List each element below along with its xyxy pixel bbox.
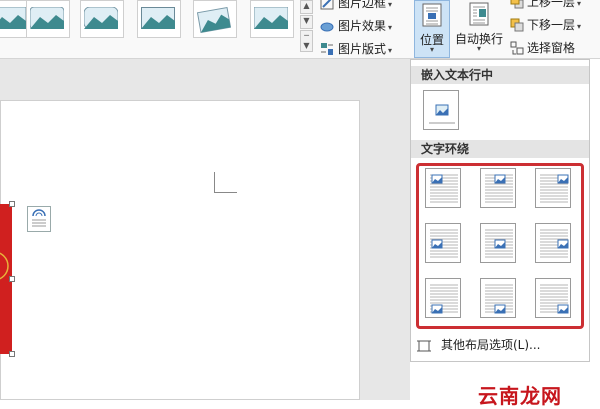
wrap-position-icon xyxy=(430,229,458,258)
layout-options-icon xyxy=(417,340,431,352)
gallery-scroll-up[interactable]: ▲ xyxy=(300,0,313,14)
wrap-option-top-left[interactable] xyxy=(425,168,461,208)
wrap-text-icon xyxy=(469,2,489,26)
document-page[interactable] xyxy=(0,100,360,400)
picture-effects-icon xyxy=(320,22,334,32)
bring-forward-icon xyxy=(510,0,524,9)
picture-style-thumb[interactable] xyxy=(137,0,181,38)
landscape-icon xyxy=(0,7,26,29)
picture-style-thumb[interactable] xyxy=(26,0,70,38)
wrap-text-button[interactable]: 自动换行 ▾ xyxy=(452,0,506,58)
landscape-icon xyxy=(254,7,288,29)
position-button[interactable]: 位置 ▾ xyxy=(414,0,450,58)
picture-style-thumb[interactable] xyxy=(250,0,294,38)
ribbon: ▲ ▼ ─▼ 图片边框▾ 图片效果▾ 图片版式▾ ↘ 位置 ▾ 自动换行 ▾ 上… xyxy=(0,0,600,80)
wrap-option-bottom-left[interactable] xyxy=(425,278,461,318)
layout-options-icon[interactable] xyxy=(27,206,51,232)
inline-with-text-option[interactable] xyxy=(423,90,459,130)
wrap-position-icon xyxy=(540,284,569,314)
wrap-position-icon xyxy=(485,174,513,203)
wrap-position-icon xyxy=(430,284,458,314)
resize-handle[interactable] xyxy=(9,201,15,207)
picture-style-thumb[interactable] xyxy=(193,0,237,38)
gallery-scroll-down[interactable]: ▼ xyxy=(300,15,313,29)
wrap-position-icon xyxy=(485,229,513,258)
wrap-option-bottom-right[interactable] xyxy=(535,278,571,318)
resize-handle[interactable] xyxy=(9,351,15,357)
landscape-icon xyxy=(141,7,175,29)
landscape-icon xyxy=(84,7,118,29)
chevron-down-icon: ▾ xyxy=(476,44,481,53)
wrap-position-icon xyxy=(485,284,513,314)
inline-image-icon xyxy=(426,93,458,129)
position-dropdown-panel: 嵌入文本行中 文字环绕 其他布局选项(L)... xyxy=(410,59,590,362)
watermark: 云南龙网 xyxy=(478,384,562,408)
landscape-icon xyxy=(197,7,231,33)
wrap-header: 文字环绕 xyxy=(411,140,589,158)
chevron-down-icon: ▾ xyxy=(429,45,434,54)
wrap-position-icon xyxy=(430,174,458,203)
wrap-option-top-right[interactable] xyxy=(535,168,571,208)
wrap-option-middle-right[interactable] xyxy=(535,223,571,263)
send-backward-icon xyxy=(510,18,524,32)
wrap-option-bottom-center[interactable] xyxy=(480,278,516,318)
gallery-more-button[interactable]: ─ ▼ xyxy=(300,30,313,52)
wrap-option-middle-left[interactable] xyxy=(425,223,461,263)
margin-corner-mark xyxy=(214,172,237,193)
inline-header: 嵌入文本行中 xyxy=(411,66,589,84)
landscape-icon xyxy=(30,7,64,29)
picture-layout-icon xyxy=(321,43,333,55)
resize-handle[interactable] xyxy=(9,276,15,282)
wrap-position-icon xyxy=(540,174,569,203)
wrap-position-icon xyxy=(540,229,569,258)
position-icon xyxy=(422,3,442,27)
picture-style-thumb[interactable] xyxy=(80,0,124,38)
wrap-option-middle-center[interactable] xyxy=(480,223,516,263)
layout-options-glyph xyxy=(32,209,46,227)
selection-pane-icon xyxy=(510,41,524,55)
pen-border-icon xyxy=(320,0,334,10)
wrap-option-top-center[interactable] xyxy=(480,168,516,208)
